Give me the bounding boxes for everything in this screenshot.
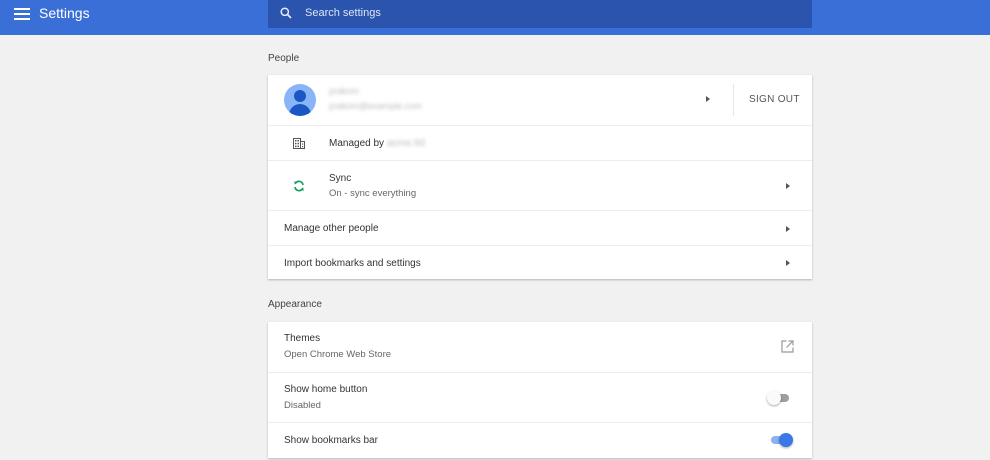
manage-other-people-arrow-icon[interactable] bbox=[786, 226, 790, 232]
import-bookmarks-label: Import bookmarks and settings bbox=[284, 258, 421, 269]
import-bookmarks-arrow-icon[interactable] bbox=[786, 260, 790, 266]
app-title: Settings bbox=[39, 5, 90, 21]
home-button-status: Disabled bbox=[284, 400, 321, 411]
account-name: prakom bbox=[329, 86, 360, 96]
building-icon bbox=[293, 138, 305, 149]
home-button-label: Show home button bbox=[284, 384, 368, 395]
top-bar: Settings bbox=[0, 0, 990, 35]
account-arrow-icon[interactable] bbox=[706, 96, 710, 102]
appearance-section-title: Appearance bbox=[268, 299, 322, 310]
managed-by-domain: acme.tld bbox=[387, 138, 425, 149]
person-avatar-icon bbox=[284, 84, 316, 116]
search-icon bbox=[280, 7, 292, 19]
import-bookmarks-row[interactable]: Import bookmarks and settings bbox=[268, 245, 812, 279]
bookmarks-bar-toggle[interactable] bbox=[769, 433, 793, 447]
home-button-toggle[interactable] bbox=[767, 391, 791, 405]
hamburger-menu-icon[interactable] bbox=[14, 8, 30, 22]
home-button-row: Show home button Disabled bbox=[268, 372, 812, 422]
managed-by-label: Managed by bbox=[329, 138, 385, 149]
bookmarks-bar-row: Show bookmarks bar bbox=[268, 422, 812, 458]
appearance-card: Themes Open Chrome Web Store Show home b… bbox=[268, 322, 812, 458]
managed-by-row: Managed by acme.tld bbox=[268, 125, 812, 160]
sync-label: Sync bbox=[329, 173, 352, 184]
sign-out-button[interactable]: SIGN OUT bbox=[749, 94, 800, 105]
people-card: prakom prakom@example.com SIGN OUT Manag… bbox=[268, 75, 812, 279]
account-email: prakom@example.com bbox=[329, 101, 422, 111]
search-box[interactable] bbox=[268, 0, 812, 28]
sync-row[interactable]: Sync On - sync everything bbox=[268, 160, 812, 210]
account-row[interactable]: prakom prakom@example.com SIGN OUT bbox=[268, 75, 812, 125]
themes-sublabel: Open Chrome Web Store bbox=[284, 349, 392, 360]
sync-icon bbox=[294, 180, 304, 192]
themes-row[interactable]: Themes Open Chrome Web Store bbox=[268, 322, 812, 372]
manage-other-people-label: Manage other people bbox=[284, 223, 379, 234]
manage-other-people-row[interactable]: Manage other people bbox=[268, 210, 812, 245]
sync-arrow-icon[interactable] bbox=[786, 183, 790, 189]
bookmarks-bar-label: Show bookmarks bar bbox=[284, 435, 378, 446]
sync-status: On - sync everything bbox=[329, 188, 417, 199]
open-in-new-icon[interactable] bbox=[781, 340, 794, 353]
themes-label: Themes bbox=[284, 333, 321, 344]
divider bbox=[733, 84, 734, 116]
people-section-title: People bbox=[268, 53, 300, 64]
search-input[interactable] bbox=[305, 5, 785, 21]
